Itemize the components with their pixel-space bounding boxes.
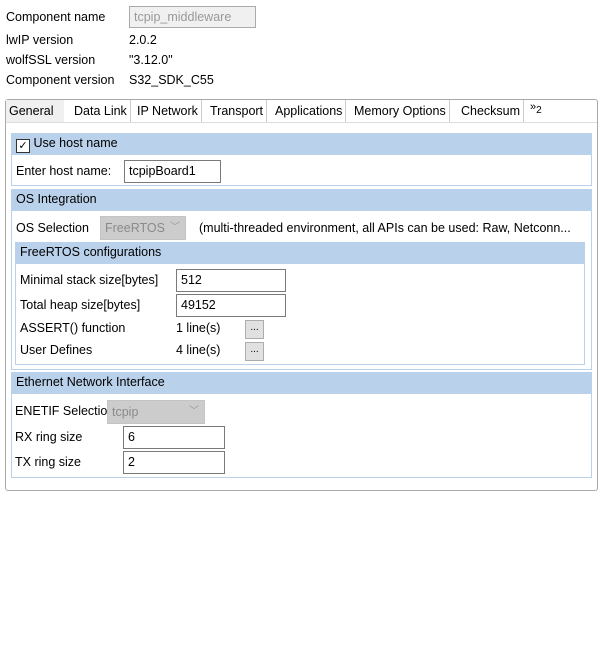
chevron-down-icon: ﹀	[189, 406, 199, 417]
component-name-label: Component name	[6, 10, 106, 24]
heap-size-label: Total heap size[bytes]	[20, 298, 141, 312]
lwip-version-label: lwIP version	[6, 33, 74, 47]
host-name-label: Enter host name:	[16, 164, 112, 178]
heap-size-input[interactable]: 49152	[176, 294, 286, 317]
chevron-down-icon: ﹀	[170, 222, 180, 233]
assert-label: ASSERT() function	[20, 321, 126, 335]
component-name-field[interactable]: tcpip_middleware	[129, 6, 256, 28]
user-defines-value: 4 line(s)	[176, 343, 221, 357]
user-defines-label: User Defines	[20, 343, 93, 357]
wolfssl-version-value: "3.12.0"	[129, 53, 173, 67]
tx-ring-input[interactable]: 2	[123, 451, 225, 474]
freertos-header: FreeRTOS configurations	[15, 242, 585, 263]
os-selection-combo[interactable]: FreeRTOS ﹀	[100, 216, 186, 240]
tab-ip-network[interactable]: IP Network	[134, 100, 202, 122]
tab-general[interactable]: General	[6, 100, 64, 122]
wolfssl-version-label: wolfSSL version	[6, 53, 96, 67]
tab-checksum[interactable]: Checksum	[458, 100, 525, 122]
component-version-label: Component version	[6, 73, 115, 87]
use-host-name-header: ✓ Use host name	[11, 133, 592, 154]
min-stack-label: Minimal stack size[bytes]	[20, 273, 159, 287]
lwip-version-value: 2.0.2	[129, 33, 157, 47]
edit-assert-button[interactable]: ...	[245, 320, 264, 339]
host-name-input[interactable]: tcpipBoard1	[124, 160, 221, 183]
tab-transport[interactable]: Transport	[207, 100, 268, 122]
edit-user-defines-button[interactable]: ...	[245, 342, 264, 361]
min-stack-input[interactable]: 512	[176, 269, 286, 292]
rx-ring-input[interactable]: 6	[123, 426, 225, 449]
ethernet-header: Ethernet Network Interface	[11, 372, 592, 393]
overflow-count: 2	[536, 105, 542, 117]
enetif-combo[interactable]: tcpip ﹀	[107, 400, 205, 424]
enetif-value: tcpip	[112, 405, 139, 419]
component-version-value: S32_SDK_C55	[129, 73, 214, 87]
tx-ring-label: TX ring size	[15, 455, 81, 469]
tab-memory-options[interactable]: Memory Options	[351, 100, 450, 122]
os-selection-label: OS Selection	[16, 221, 89, 235]
os-integration-header: OS Integration	[11, 189, 592, 210]
os-selection-value: FreeRTOS	[105, 221, 165, 235]
tabs-overflow-button[interactable]: »2	[530, 101, 542, 116]
rx-ring-label: RX ring size	[15, 430, 83, 444]
os-description: (multi-threaded environment, all APIs ca…	[199, 221, 571, 235]
assert-value: 1 line(s)	[176, 321, 221, 335]
use-host-name-checkbox[interactable]: ✓	[16, 139, 30, 153]
enetif-label: ENETIF Selection	[15, 404, 115, 418]
tab-data-link[interactable]: Data Link	[71, 100, 131, 122]
use-host-name-label: Use host name	[33, 136, 118, 150]
tab-applications[interactable]: Applications	[272, 100, 347, 122]
